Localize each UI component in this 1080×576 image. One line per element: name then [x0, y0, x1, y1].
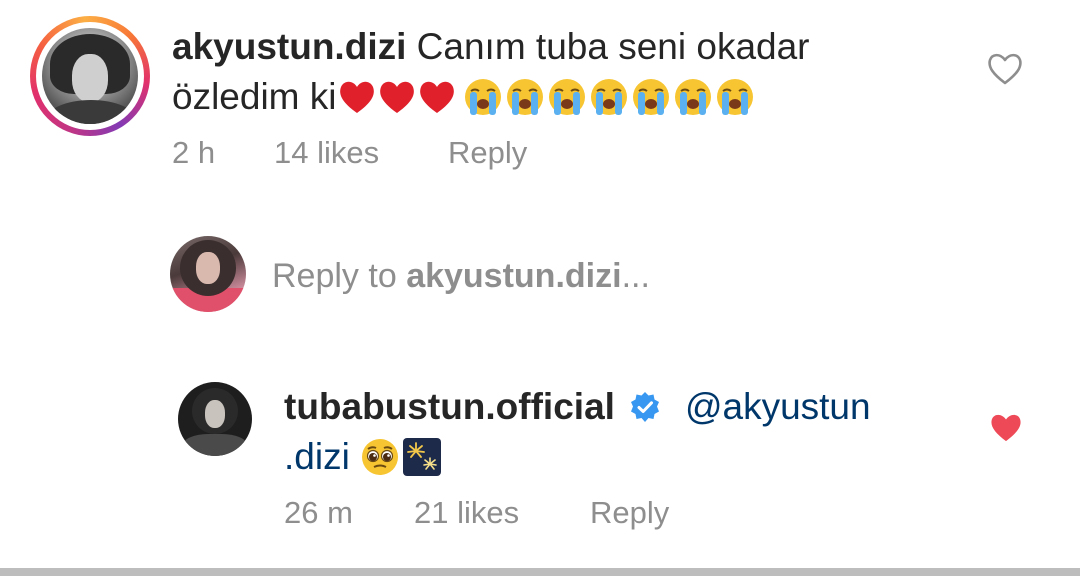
avatar[interactable]: [42, 28, 138, 124]
reply-input[interactable]: Reply to akyustun.dizi...: [272, 254, 650, 298]
pleading-face-emoji: [361, 439, 398, 475]
reply-prefix: Reply to: [272, 257, 407, 295]
loudly-crying-face-emoji: [464, 79, 501, 115]
heart-outline-icon[interactable]: [986, 50, 1024, 86]
story-ring-gap: [36, 22, 144, 130]
comment-like-count[interactable]: 21 likes: [414, 493, 519, 533]
reply-target-username: akyustun.dizi: [406, 257, 622, 295]
comment-like-count[interactable]: 14 likes: [274, 133, 379, 173]
red-heart-emoji: [379, 81, 414, 113]
loudly-crying-face-emoji: [632, 79, 669, 115]
bottom-divider: [0, 568, 1080, 576]
verified-badge-icon: [630, 392, 659, 422]
reply-button[interactable]: Reply: [590, 493, 669, 533]
mention-link[interactable]: @akyustun: [685, 382, 871, 432]
comment-body-continued: özledim ki: [172, 76, 337, 117]
loudly-crying-face-emoji: [506, 79, 543, 115]
comment-username[interactable]: tubabustun.official: [284, 382, 615, 432]
comment-username[interactable]: akyustun.dizi: [172, 26, 406, 67]
emoji-group: [337, 77, 757, 117]
reply-suffix: ...: [621, 257, 650, 295]
comment-timestamp[interactable]: 26 m: [284, 493, 353, 533]
loudly-crying-face-emoji: [590, 79, 627, 115]
red-heart-emoji: [419, 81, 454, 113]
loudly-crying-face-emoji: [716, 79, 753, 115]
comment-body: Canım tuba seni okadar: [416, 26, 810, 67]
current-user-avatar[interactable]: [170, 236, 246, 312]
red-heart-emoji: [339, 81, 374, 113]
loudly-crying-face-emoji: [674, 79, 711, 115]
fireworks-emoji: [402, 438, 441, 476]
comment-text-line-1: tubabustun.official @akyustun: [284, 382, 871, 432]
comment-timestamp[interactable]: 2 h: [172, 133, 215, 173]
avatar[interactable]: [178, 382, 252, 456]
comment-text-line-1: akyustun.dizi Canım tuba seni okadar: [172, 22, 810, 72]
mention-link-continued[interactable]: .dizi: [284, 432, 350, 482]
story-ring[interactable]: [30, 16, 150, 136]
heart-filled-icon[interactable]: [988, 410, 1024, 444]
comment-text-line-2: özledim ki: [172, 72, 757, 122]
reply-button[interactable]: Reply: [448, 133, 527, 173]
comment-text-line-2: .dizi: [284, 432, 442, 482]
loudly-crying-face-emoji: [548, 79, 585, 115]
